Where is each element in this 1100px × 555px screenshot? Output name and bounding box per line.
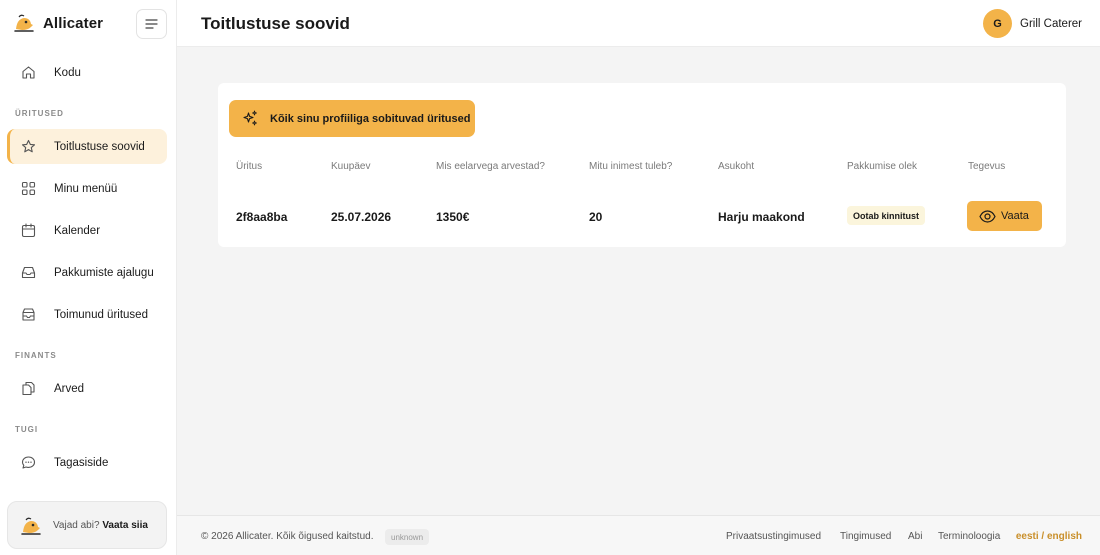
column-header-event[interactable]: Üritus bbox=[236, 161, 262, 172]
footer-link-terminology[interactable]: Terminoloogia bbox=[938, 531, 1000, 542]
sidebar-item-label: Arved bbox=[54, 382, 85, 395]
star-icon bbox=[21, 139, 36, 153]
sidebar-item-catering-requests[interactable]: Toitlustuse soovid bbox=[7, 129, 167, 164]
cell-event-id: 2f8aa8ba bbox=[236, 210, 288, 224]
version-badge: unknown bbox=[385, 529, 430, 545]
help-question: Vajad abi? bbox=[53, 519, 100, 531]
footer-link-terms[interactable]: Tingimused bbox=[840, 531, 891, 542]
help-text: Vajad abi? Vaata siia bbox=[53, 520, 148, 531]
events-card: Kõik sinu profiiliga sobituvad üritused … bbox=[218, 83, 1066, 247]
allicater-logo-icon bbox=[21, 517, 41, 535]
sidebar-item-label: Pakkumiste ajalugu bbox=[54, 266, 154, 279]
column-header-location[interactable]: Asukoht bbox=[718, 161, 754, 172]
avatar: G bbox=[983, 9, 1013, 38]
sidebar-item-offer-history[interactable]: Pakkumiste ajalugu bbox=[7, 255, 167, 290]
brand-name: Allicater bbox=[43, 14, 104, 32]
sidebar-item-calendar[interactable]: Kalender bbox=[7, 213, 167, 248]
cell-guests: 20 bbox=[589, 210, 603, 224]
home-icon bbox=[22, 66, 35, 79]
sidebar-item-label: Kodu bbox=[54, 66, 81, 79]
sidebar-item-home[interactable]: Kodu bbox=[7, 55, 167, 90]
top-bar: Toitlustuse soovid G Grill Caterer bbox=[177, 0, 1100, 47]
copyright: © 2026 Allicater. Kõik õigused kaitstud. bbox=[201, 531, 374, 542]
section-label-events: ÜRITUSED bbox=[15, 109, 64, 118]
section-label-finance: FINANTS bbox=[15, 351, 57, 360]
chat-bubble-icon bbox=[21, 456, 36, 469]
allicater-logo-icon bbox=[14, 14, 34, 32]
sidebar-item-my-menu[interactable]: Minu menüü bbox=[7, 171, 167, 206]
sidebar-item-label: Kalender bbox=[54, 224, 101, 237]
sidebar: Allicater Kodu ÜRITUSED Toitlustuse soov… bbox=[0, 0, 177, 555]
sidebar-item-label: Toitlustuse soovid bbox=[54, 140, 145, 153]
page-title: Toitlustuse soovid bbox=[201, 14, 350, 33]
language-switcher[interactable]: eesti / english bbox=[1016, 531, 1082, 542]
sidebar-item-label: Minu menüü bbox=[54, 182, 118, 195]
cell-location: Harju maakond bbox=[718, 210, 805, 224]
column-header-date[interactable]: Kuupäev bbox=[331, 161, 370, 172]
documents-icon bbox=[22, 381, 35, 396]
brand[interactable]: Allicater bbox=[13, 12, 103, 34]
archive-icon bbox=[22, 308, 35, 321]
view-button[interactable]: Vaata bbox=[967, 201, 1042, 231]
column-header-offer-status[interactable]: Pakkumise olek bbox=[847, 161, 917, 172]
matching-events-filter-button[interactable]: Kõik sinu profiiliga sobituvad üritused bbox=[229, 100, 475, 137]
help-link[interactable]: Vaata siia bbox=[102, 520, 148, 531]
sidebar-item-label: Tagasiside bbox=[54, 456, 109, 469]
menu-icon bbox=[145, 19, 158, 29]
grid-icon bbox=[21, 181, 36, 196]
sidebar-item-past-events[interactable]: Toimunud üritused bbox=[7, 297, 167, 332]
sparkles-icon bbox=[243, 110, 257, 126]
cell-budget: 1350€ bbox=[436, 210, 470, 224]
filter-button-label: Kõik sinu profiiliga sobituvad üritused bbox=[270, 112, 471, 125]
user-name: Grill Caterer bbox=[1020, 17, 1082, 30]
column-header-budget[interactable]: Mis eelarvega arvestad? bbox=[436, 161, 545, 172]
inbox-icon bbox=[21, 266, 36, 279]
column-header-guests[interactable]: Mitu inimest tuleb? bbox=[589, 161, 672, 172]
sidebar-item-invoices[interactable]: Arved bbox=[7, 371, 167, 406]
footer-link-help[interactable]: Abi bbox=[908, 531, 922, 542]
section-label-support: TUGI bbox=[15, 425, 39, 434]
calendar-icon bbox=[21, 223, 36, 238]
column-header-action: Tegevus bbox=[968, 161, 1006, 172]
cell-date: 25.07.2026 bbox=[331, 210, 392, 224]
eye-icon bbox=[979, 210, 996, 223]
status-badge: Ootab kinnitust bbox=[847, 206, 925, 225]
footer: © 2026 Allicater. Kõik õigused kaitstud.… bbox=[177, 515, 1100, 555]
sidebar-item-label: Toimunud üritused bbox=[54, 308, 148, 321]
sidebar-item-feedback[interactable]: Tagasiside bbox=[7, 445, 167, 480]
footer-link-privacy[interactable]: Privaatsustingimused bbox=[726, 531, 821, 542]
help-box[interactable]: Vajad abi? Vaata siia bbox=[7, 501, 167, 549]
user-menu[interactable]: G Grill Caterer bbox=[983, 9, 1082, 38]
view-button-label: Vaata bbox=[1001, 210, 1029, 222]
menu-toggle-button[interactable] bbox=[136, 9, 167, 39]
